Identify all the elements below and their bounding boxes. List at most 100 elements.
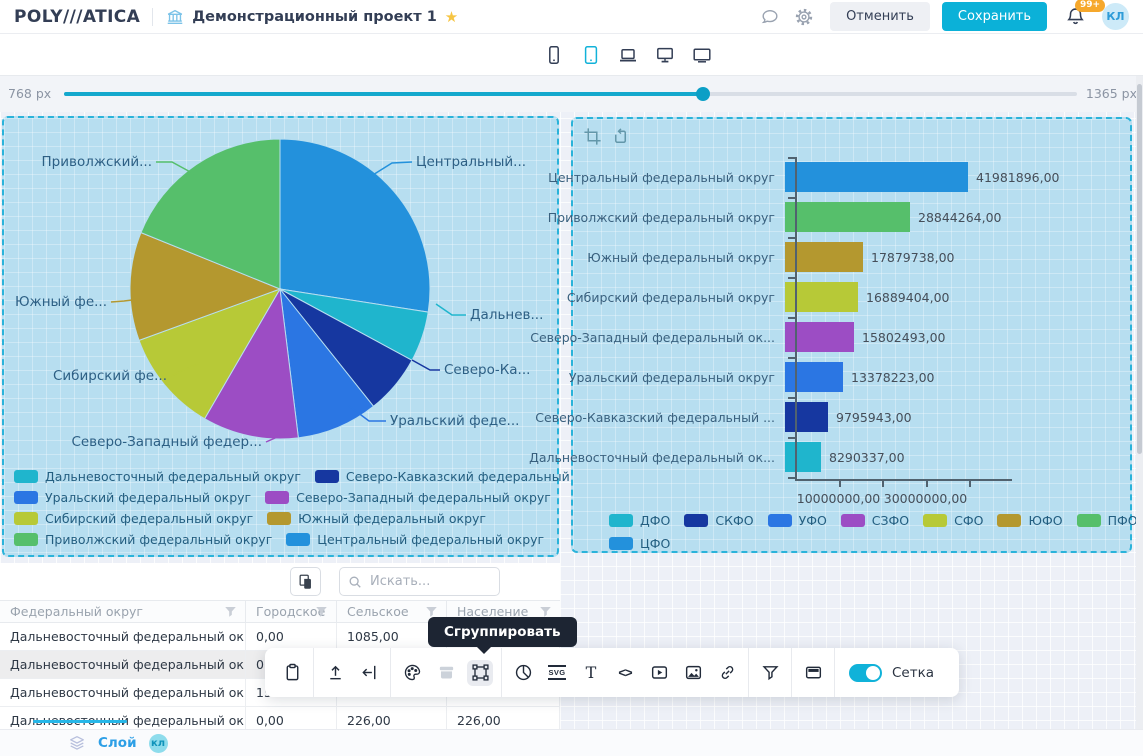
legend-item[interactable]: Дальневосточный федеральный округ	[14, 469, 301, 484]
legend-item[interactable]: Сибирский федеральный округ	[14, 511, 253, 526]
bar[interactable]	[785, 202, 910, 232]
pie-callout-label: Северо-Западный федер...	[71, 434, 262, 450]
undo-box-icon[interactable]	[611, 127, 630, 146]
table-row[interactable]: Дальневосточный федеральный округ0,00226…	[0, 707, 560, 729]
vertical-scrollbar[interactable]	[1136, 76, 1143, 756]
table-cell[interactable]: Дальневосточный федеральный округ	[0, 707, 246, 729]
notifications-button[interactable]: 99+	[1065, 6, 1086, 27]
table-scroll-indicator[interactable]	[33, 720, 127, 723]
device-desktop-button[interactable]	[653, 42, 677, 68]
toolbar-divider	[501, 648, 502, 697]
legend-item[interactable]: Северо-Кавказский федеральный округ	[315, 469, 611, 484]
favorite-star-icon[interactable]: ★	[445, 8, 458, 26]
width-slider-row: 768 px 1365 px	[0, 76, 1143, 112]
legend-item[interactable]: Центральный федеральный округ	[286, 532, 544, 547]
table-cell[interactable]: Дальневосточный федеральный округ	[0, 651, 246, 678]
toolbar-video-button[interactable]	[646, 660, 672, 686]
toolbar-text-button[interactable]: T	[578, 660, 604, 686]
toolbar-svg-button[interactable]: SVG	[544, 660, 570, 686]
toolbar-link-button[interactable]	[714, 660, 740, 686]
bar-category-label: Южный федеральный округ	[573, 250, 785, 265]
table-cell[interactable]: Дальневосточный федеральный округ	[0, 623, 246, 650]
table-cell[interactable]: 0,00	[246, 623, 337, 650]
crop-icon[interactable]	[583, 127, 602, 146]
layers-icon[interactable]	[68, 734, 86, 752]
link-icon	[718, 663, 737, 682]
toolbar-pie-chart-button[interactable]	[510, 660, 536, 686]
legend-item[interactable]: СКФО	[684, 513, 753, 528]
device-tv-button[interactable]	[690, 42, 714, 68]
group-frame-icon	[471, 663, 490, 682]
code-icon: <>	[618, 665, 631, 680]
chat-icon[interactable]	[760, 7, 780, 27]
toolbar-upload-button[interactable]	[322, 660, 348, 686]
layer-label[interactable]: Слой	[98, 735, 137, 751]
legend-swatch	[997, 514, 1021, 527]
legend-item[interactable]: Уральский федеральный округ	[14, 490, 251, 505]
legend-swatch	[315, 470, 339, 483]
grid-toggle[interactable]	[849, 664, 882, 682]
settings-gear-icon[interactable]	[794, 7, 814, 27]
avatar[interactable]: КЛ	[1102, 3, 1129, 30]
legend-item[interactable]: Северо-Западный федеральный округ	[265, 490, 551, 505]
legend-swatch	[14, 470, 38, 483]
pie-slice-ЦФО[interactable]	[280, 139, 430, 312]
column-header-label: Сельское	[347, 604, 409, 619]
pie-chart-widget[interactable]: Центральный...Дальнев...Северо-Ка...Урал…	[2, 116, 559, 557]
phone-icon	[543, 44, 565, 66]
legend-row: Дальневосточный федеральный округ Северо-…	[14, 469, 611, 484]
legend-item[interactable]: ПФО	[1077, 513, 1138, 528]
toolbar-palette-button[interactable]	[399, 660, 425, 686]
search-input[interactable]	[368, 573, 499, 590]
y-axis-tick	[788, 237, 795, 239]
table-cell[interactable]: 226,00	[337, 707, 447, 729]
width-slider-handle[interactable]	[696, 87, 710, 101]
toolbar-container-button[interactable]	[433, 660, 459, 686]
cancel-button[interactable]: Отменить	[830, 2, 930, 31]
legend-item[interactable]: Приволжский федеральный округ	[14, 532, 272, 547]
legend-label: Северо-Западный федеральный округ	[296, 490, 551, 505]
toolbar-clipboard-button[interactable]	[279, 660, 305, 686]
bar[interactable]	[785, 442, 821, 472]
toolbar-code-button[interactable]: <>	[612, 660, 638, 686]
text-icon: T	[586, 663, 597, 682]
toolbar-filter-button[interactable]	[757, 660, 783, 686]
y-axis-tick	[788, 437, 795, 439]
legend-item[interactable]: Южный федеральный округ	[267, 511, 486, 526]
bar[interactable]	[785, 362, 843, 392]
toolbar-group-frame-button[interactable]	[467, 660, 493, 686]
x-axis-tick	[839, 481, 841, 487]
column-header[interactable]: Городское	[246, 601, 337, 622]
device-tablet-button[interactable]	[579, 42, 603, 68]
bar-chart-widget[interactable]: Центральный федеральный округ41981896,00…	[571, 117, 1132, 553]
column-header[interactable]: Федеральный округ	[0, 601, 246, 622]
toolbar-image-button[interactable]	[680, 660, 706, 686]
filter-funnel-icon[interactable]	[315, 605, 328, 618]
device-phone-button[interactable]	[542, 42, 566, 68]
legend-item[interactable]: ДФО	[609, 513, 670, 528]
table-cell[interactable]: 0,00	[246, 707, 337, 729]
table-cell[interactable]: 226,00	[447, 707, 560, 729]
toolbar-card-button[interactable]	[800, 660, 826, 686]
bar[interactable]	[785, 402, 828, 432]
image-icon	[684, 663, 703, 682]
table-cell[interactable]: Дальневосточный федеральный округ	[0, 679, 246, 706]
legend-item[interactable]: ЮФО	[997, 513, 1062, 528]
filter-funnel-icon[interactable]	[224, 605, 237, 618]
legend-item[interactable]: СЗФО	[841, 513, 909, 528]
x-axis-tick	[882, 481, 884, 487]
bar-row: Северо-Западный федеральный ок...1580249…	[573, 317, 1130, 357]
pie-callout-label: Центральный...	[416, 154, 526, 170]
width-slider-track[interactable]	[64, 92, 1077, 96]
copy-table-button[interactable]	[290, 567, 321, 596]
toolbar-align-left-button[interactable]	[356, 660, 382, 686]
bar-value-label: 15802493,00	[862, 330, 946, 345]
device-laptop-button[interactable]	[616, 42, 640, 68]
legend-item[interactable]: УФО	[768, 513, 827, 528]
legend-item[interactable]: ЦФО	[609, 536, 670, 551]
scrollbar-thumb[interactable]	[1137, 84, 1142, 454]
bar[interactable]	[785, 162, 968, 192]
legend-item[interactable]: СФО	[923, 513, 983, 528]
legend-label: СФО	[954, 513, 983, 528]
save-button[interactable]: Сохранить	[942, 2, 1047, 31]
